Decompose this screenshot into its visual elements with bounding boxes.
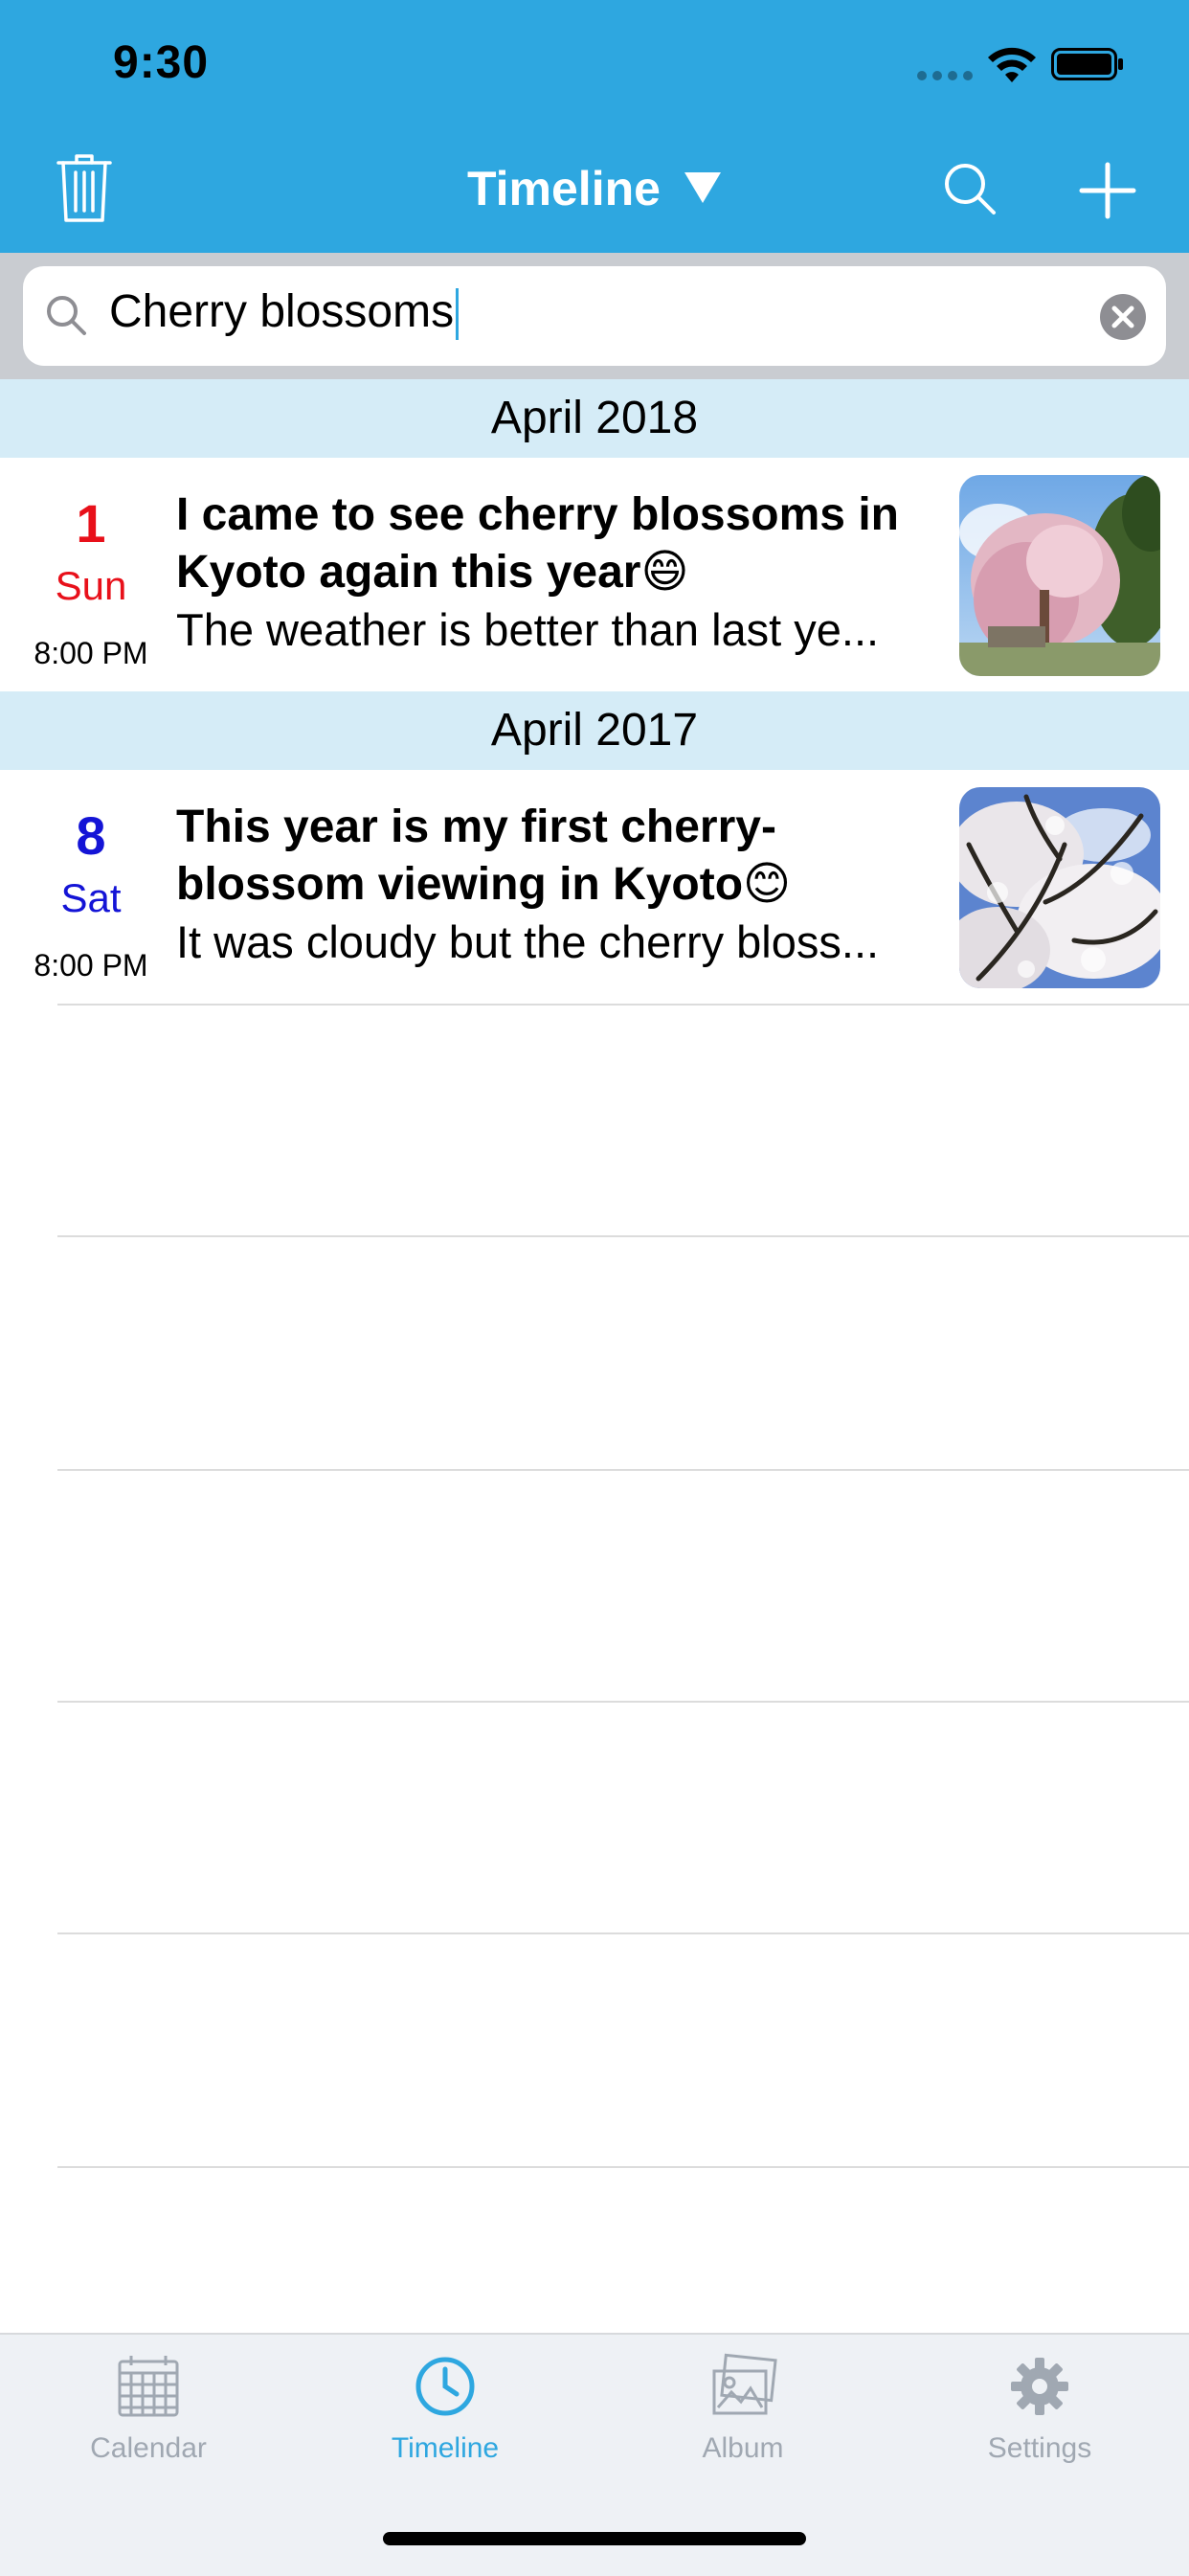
tab-album[interactable]: Album	[647, 2352, 839, 2465]
tab-label: Timeline	[391, 2432, 500, 2464]
entry-title-line: I came to see cherry blossoms in	[176, 489, 899, 540]
entry-photo-thumbnail[interactable]	[959, 787, 1160, 988]
section-header: April 2017	[0, 691, 1189, 770]
entry-title-line: This year is my first cherry-	[176, 802, 776, 852]
tab-settings[interactable]: Settings	[944, 2352, 1135, 2465]
entry-preview: The weather is better than last ye...	[176, 604, 880, 655]
entry-weekday: Sun	[55, 563, 127, 608]
calendar-icon	[118, 2356, 179, 2417]
gear-icon	[1011, 2358, 1068, 2415]
row-separator	[57, 2166, 1189, 2168]
section-header: April 2018	[0, 379, 1189, 458]
row-separator	[57, 1235, 1189, 1237]
cellular-signal-icon	[917, 71, 973, 80]
section-title: April 2017	[490, 705, 699, 756]
entry-title-line: blossom viewing in Kyoto😊	[176, 859, 792, 910]
entry-title-line: Kyoto again this year😄	[176, 547, 689, 598]
search-field-icon	[47, 296, 86, 335]
tab-label: Settings	[987, 2432, 1092, 2464]
status-time: 9:30	[113, 37, 210, 88]
tab-label: Calendar	[90, 2432, 207, 2464]
clock-icon	[415, 2357, 475, 2416]
tab-calendar[interactable]: Calendar	[53, 2352, 244, 2465]
trash-icon[interactable]	[56, 151, 113, 224]
entry-day-number: 8	[76, 805, 106, 866]
entry-day-number: 1	[76, 493, 106, 554]
search-icon[interactable]	[942, 161, 998, 216]
entry-time: 8:00 PM	[34, 636, 148, 670]
entry-photo-thumbnail[interactable]	[959, 475, 1160, 676]
row-separator	[57, 1004, 1189, 1006]
entry-weekday: Sat	[60, 875, 122, 920]
section-title: April 2018	[490, 393, 699, 443]
search-input-value[interactable]: Cherry blossoms	[109, 285, 460, 341]
photos-icon	[712, 2353, 777, 2415]
wifi-icon	[988, 47, 1036, 82]
row-separator	[57, 1701, 1189, 1703]
tab-label: Album	[702, 2432, 784, 2464]
entry-time: 8:00 PM	[34, 948, 148, 983]
nav-title[interactable]: Timeline	[467, 161, 661, 216]
row-separator	[57, 1932, 1189, 1934]
row-separator	[57, 1469, 1189, 1471]
tab-timeline[interactable]: Timeline	[349, 2352, 541, 2465]
clear-search-icon[interactable]	[1099, 293, 1147, 341]
entry-preview: It was cloudy but the cherry bloss...	[176, 916, 880, 967]
timeline-entry[interactable]: 1 Sun 8:00 PM I came to see cherry bloss…	[0, 458, 1189, 691]
battery-icon	[1051, 48, 1123, 80]
plus-icon[interactable]	[1078, 161, 1137, 220]
dropdown-caret-icon[interactable]	[682, 169, 724, 207]
home-indicator	[383, 2532, 806, 2545]
timeline-entry[interactable]: 8 Sat 8:00 PM This year is my first cher…	[0, 770, 1189, 1004]
